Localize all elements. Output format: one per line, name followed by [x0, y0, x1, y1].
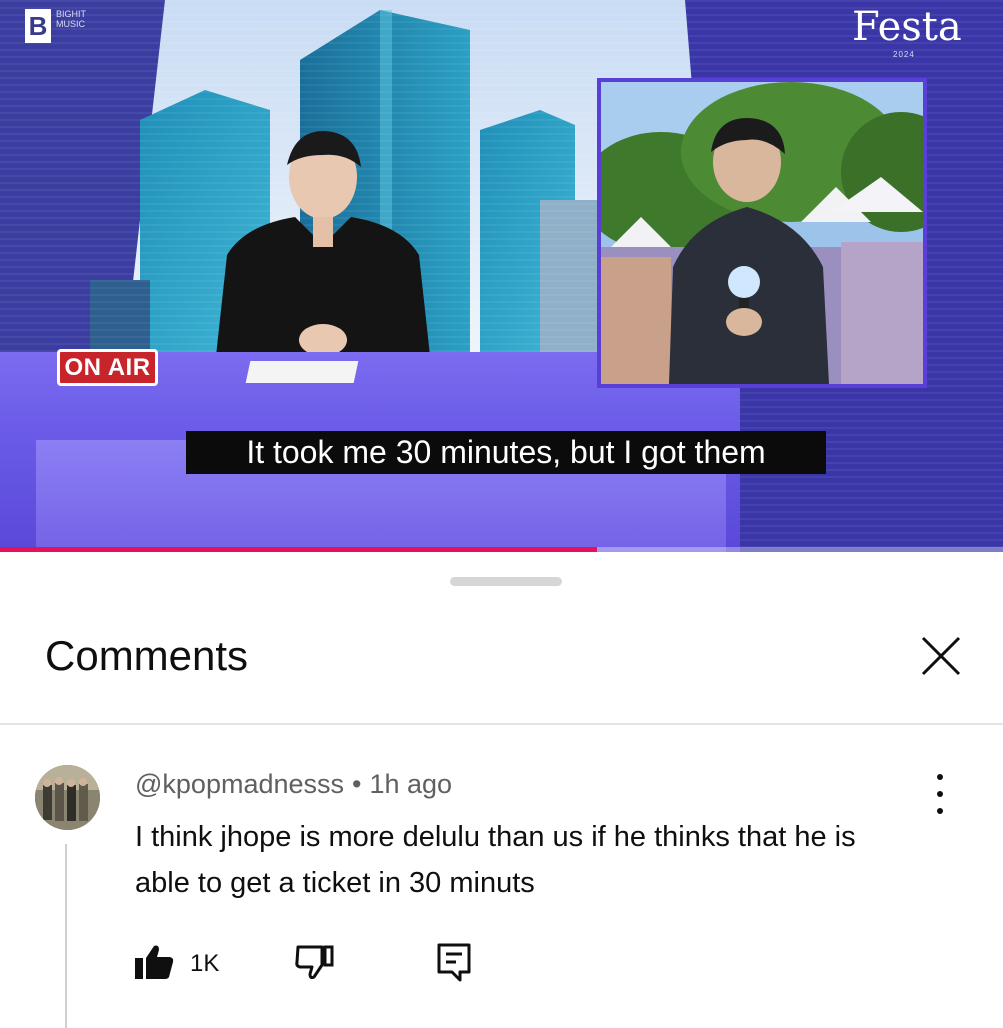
comment-more-button[interactable]	[928, 774, 952, 814]
comment-reply-icon	[437, 943, 471, 982]
channel-logo: B	[25, 9, 51, 43]
like-button[interactable]	[134, 944, 174, 980]
comment-meta: @kpopmadnesss • 1h ago	[135, 769, 452, 800]
comment-time: 1h ago	[369, 769, 453, 799]
comments-title: Comments	[45, 632, 249, 679]
like-count: 1K	[190, 950, 220, 977]
thread-line	[65, 844, 67, 1028]
channel-logo-text: BIGHIT MUSIC	[56, 9, 86, 29]
meta-separator: •	[352, 769, 362, 799]
video-subtitle: It took me 30 minutes, but I got them	[186, 431, 826, 474]
reporter-inset	[597, 78, 927, 388]
avatar-image	[35, 765, 100, 830]
event-logo: Festa	[852, 4, 962, 50]
avatar[interactable]	[35, 765, 100, 830]
drag-handle[interactable]	[450, 577, 562, 586]
on-air-badge: ON AIR	[57, 349, 158, 386]
thumbs-down-icon	[295, 945, 334, 980]
news-anchor	[215, 130, 431, 365]
more-vert-icon	[937, 774, 943, 780]
comment-author[interactable]: @kpopmadnesss	[135, 769, 344, 799]
dislike-button[interactable]	[294, 944, 334, 980]
reply-button[interactable]	[436, 942, 472, 982]
header-divider	[0, 723, 1003, 725]
thumbs-up-icon	[135, 945, 174, 979]
close-icon	[921, 636, 961, 676]
comment-text: I think jhope is more delulu than us if …	[135, 821, 856, 899]
desk-papers	[245, 361, 359, 383]
reporter-scene	[601, 82, 923, 384]
close-button[interactable]	[915, 630, 967, 682]
video-player[interactable]: ON AIR B BIGHIT MUSIC Festa 2024 It took…	[0, 0, 1003, 552]
event-logo-sub: 2024	[893, 50, 915, 59]
comments-sheet: Comments @kpopmadnesss • 1h ago I think jh…	[0, 552, 1003, 1028]
